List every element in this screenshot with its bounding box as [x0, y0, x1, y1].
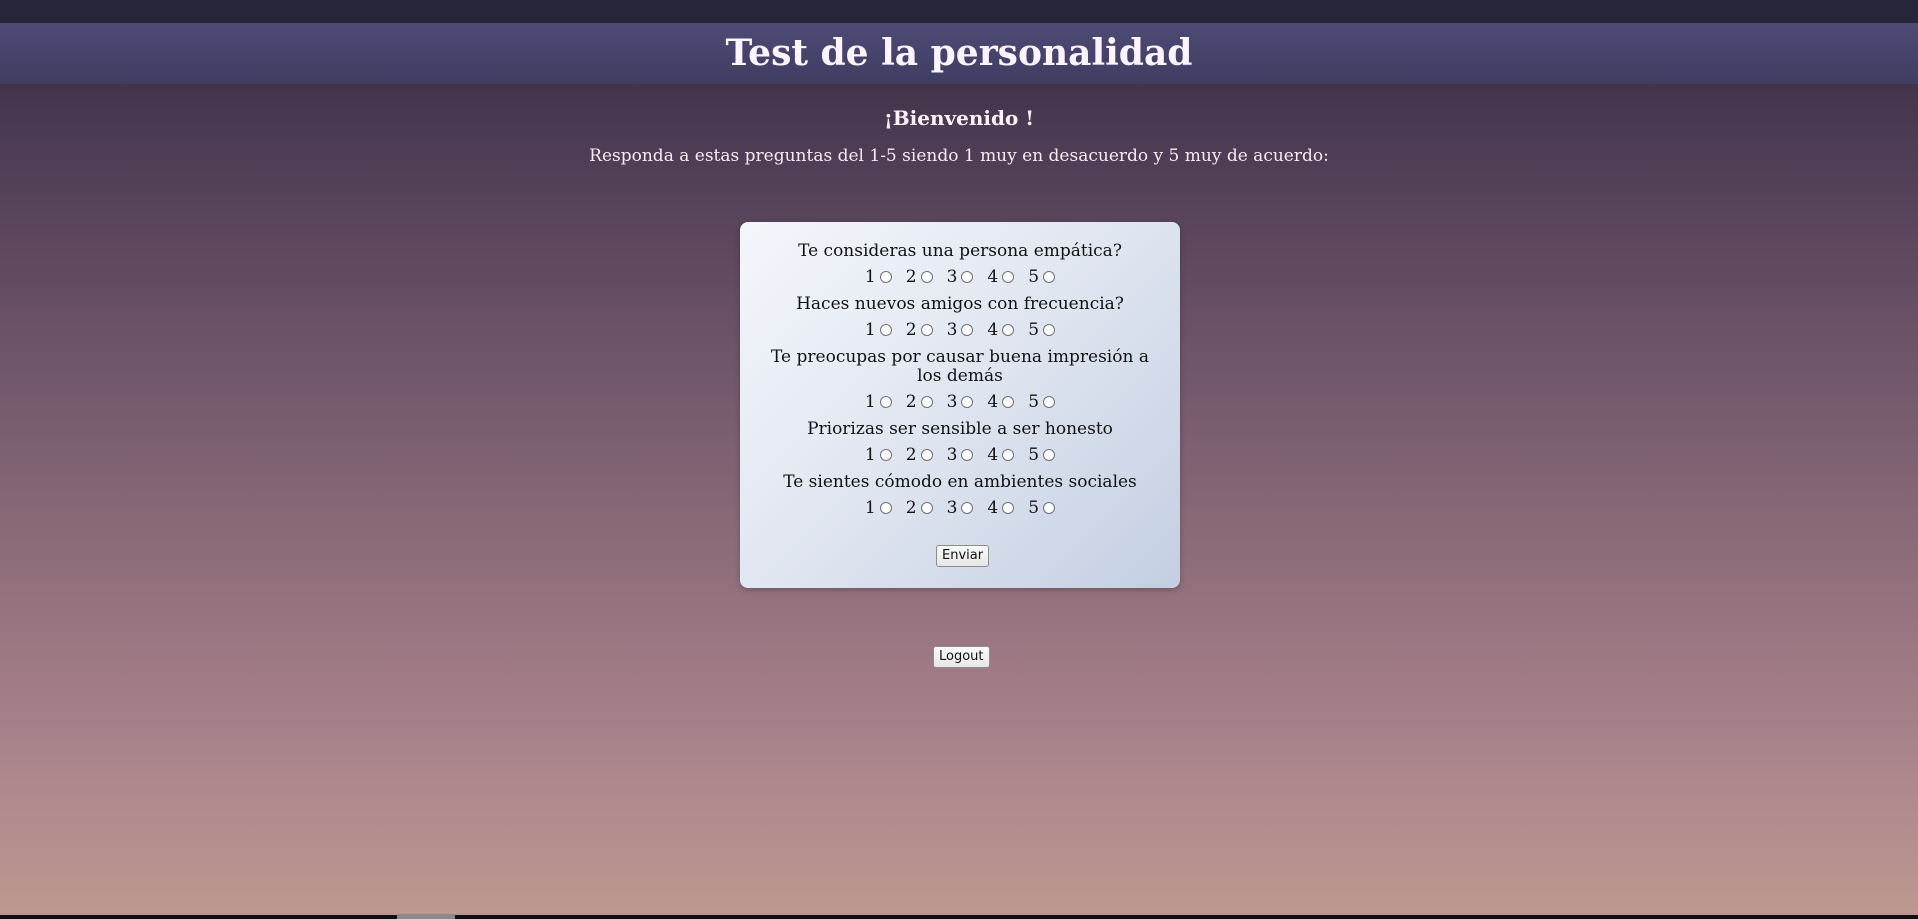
option-label: 4 [987, 267, 999, 287]
question-1-option-4[interactable]: 4 [987, 267, 1015, 287]
option-label: 4 [987, 498, 999, 518]
option-label: 4 [987, 445, 999, 465]
radio-button[interactable] [1002, 324, 1015, 336]
radio-button[interactable] [920, 324, 933, 336]
radio-button[interactable] [920, 449, 933, 461]
question-4-option-4[interactable]: 4 [987, 445, 1015, 465]
option-label: 2 [905, 445, 917, 465]
submit-button[interactable]: Enviar [936, 545, 990, 567]
question-2-option-1[interactable]: 1 [865, 320, 892, 340]
question-3-option-2[interactable]: 2 [906, 392, 933, 412]
radio-button[interactable] [1002, 449, 1015, 461]
question-1-option-3[interactable]: 3 [947, 267, 974, 287]
radio-button[interactable] [879, 324, 892, 336]
instructions-text: Responda a estas preguntas del 1-5 siend… [589, 146, 1329, 166]
question-2-options: 1 2 3 4 5 [740, 320, 1180, 340]
radio-button[interactable] [879, 271, 892, 283]
question-4-option-2[interactable]: 2 [906, 445, 933, 465]
radio-button[interactable] [961, 396, 974, 408]
question-2-option-3[interactable]: 3 [947, 320, 974, 340]
question-3-option-4[interactable]: 4 [987, 392, 1015, 412]
radio-button[interactable] [1002, 271, 1015, 283]
radio-button[interactable] [961, 271, 974, 283]
radio-button[interactable] [1043, 324, 1056, 336]
radio-button[interactable] [879, 449, 892, 461]
question-5-option-2[interactable]: 2 [906, 498, 933, 518]
logout-button[interactable]: Logout [933, 646, 990, 668]
question-2-option-5[interactable]: 5 [1028, 320, 1056, 340]
question-3-options: 1 2 3 4 5 [740, 392, 1180, 412]
question-3-option-1[interactable]: 1 [865, 392, 892, 412]
option-label: 2 [905, 267, 917, 287]
radio-button[interactable] [1043, 271, 1056, 283]
question-4-options: 1 2 3 4 5 [740, 445, 1180, 465]
option-label: 5 [1028, 445, 1040, 465]
question-5-options: 1 2 3 4 5 [740, 498, 1180, 518]
page-header: Test de la personalidad [0, 23, 1918, 84]
option-label: 5 [1028, 267, 1040, 287]
option-label: 3 [946, 267, 958, 287]
option-label: 1 [864, 445, 876, 465]
radio-button[interactable] [1002, 502, 1015, 514]
question-2-option-4[interactable]: 4 [987, 320, 1015, 340]
question-2-text: Haces nuevos amigos con frecuencia? [796, 294, 1124, 314]
question-5-option-1[interactable]: 1 [865, 498, 892, 518]
question-5-option-3[interactable]: 3 [947, 498, 974, 518]
top-strip [0, 0, 1918, 23]
option-label: 3 [946, 392, 958, 412]
question-5-text: Te sientes cómodo en ambientes sociales [783, 472, 1137, 492]
option-label: 5 [1028, 320, 1040, 340]
option-label: 3 [946, 320, 958, 340]
option-label: 4 [987, 320, 999, 340]
radio-button[interactable] [961, 449, 974, 461]
question-4-option-5[interactable]: 5 [1028, 445, 1056, 465]
option-label: 5 [1028, 498, 1040, 518]
question-3-option-3[interactable]: 3 [947, 392, 974, 412]
question-1-text: Te consideras una persona empática? [798, 241, 1122, 261]
option-label: 2 [905, 392, 917, 412]
welcome-heading: ¡Bienvenido ! [883, 106, 1035, 130]
question-3-option-5[interactable]: 5 [1028, 392, 1056, 412]
option-label: 3 [946, 445, 958, 465]
radio-button[interactable] [920, 502, 933, 514]
page-title: Test de la personalidad [725, 32, 1193, 74]
scrollbar-thumb[interactable] [397, 914, 455, 919]
option-label: 5 [1028, 392, 1040, 412]
option-label: 1 [864, 498, 876, 518]
question-5-option-4[interactable]: 4 [987, 498, 1015, 518]
option-label: 4 [987, 392, 999, 412]
radio-button[interactable] [1043, 396, 1056, 408]
question-4-text: Priorizas ser sensible a ser honesto [807, 419, 1113, 439]
question-3-text: Te preocupas por causar buena impresión … [771, 347, 1149, 386]
question-2-option-2[interactable]: 2 [906, 320, 933, 340]
option-label: 1 [864, 267, 876, 287]
radio-button[interactable] [920, 271, 933, 283]
radio-button[interactable] [961, 324, 974, 336]
option-label: 1 [864, 320, 876, 340]
radio-button[interactable] [1043, 449, 1056, 461]
question-1-option-5[interactable]: 5 [1028, 267, 1056, 287]
question-5-option-5[interactable]: 5 [1028, 498, 1056, 518]
radio-button[interactable] [879, 396, 892, 408]
radio-button[interactable] [879, 502, 892, 514]
option-label: 2 [905, 498, 917, 518]
option-label: 1 [864, 392, 876, 412]
radio-button[interactable] [920, 396, 933, 408]
questionnaire-form: Te consideras una persona empática? 1 2 … [740, 222, 1180, 588]
question-4-option-1[interactable]: 1 [865, 445, 892, 465]
option-label: 3 [946, 498, 958, 518]
question-1-options: 1 2 3 4 5 [740, 267, 1180, 287]
question-1-option-2[interactable]: 2 [906, 267, 933, 287]
question-1-option-1[interactable]: 1 [865, 267, 892, 287]
radio-button[interactable] [1002, 396, 1015, 408]
question-4-option-3[interactable]: 3 [947, 445, 974, 465]
option-label: 2 [905, 320, 917, 340]
bottom-bar [0, 915, 1918, 919]
radio-button[interactable] [1043, 502, 1056, 514]
radio-button[interactable] [961, 502, 974, 514]
